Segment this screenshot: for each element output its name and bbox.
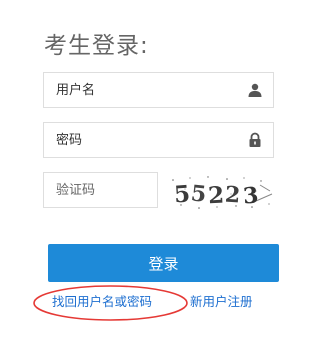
captcha-digit: 5 [190,180,208,207]
username-input[interactable] [44,73,273,107]
forgot-credentials-link[interactable]: 找回用户名或密码 [52,291,152,310]
username-field[interactable] [43,72,274,108]
login-button[interactable]: 登录 [48,244,279,282]
captcha-digit: 2 [207,182,224,210]
captcha-field[interactable] [43,172,158,208]
password-field[interactable] [43,122,274,158]
register-link[interactable]: 新用户注册 [190,291,253,310]
captcha-input[interactable] [44,173,157,207]
captcha-image[interactable]: 5 5 2 2 3 [170,174,274,212]
page-title: 考生登录: [44,33,149,59]
captcha-digit: 5 [173,180,191,208]
password-input[interactable] [44,123,273,157]
lock-icon [249,132,261,147]
captcha-digit: 3 [242,182,260,209]
captcha-digit: 2 [224,182,241,209]
user-icon [248,83,262,97]
